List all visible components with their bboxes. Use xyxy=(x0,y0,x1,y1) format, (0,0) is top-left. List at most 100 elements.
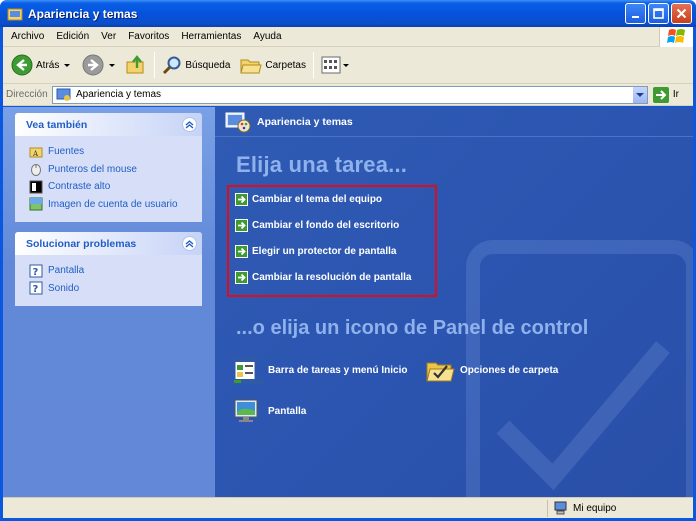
pick-task-heading: Elija una tarea... xyxy=(236,152,408,177)
help-icon: ? xyxy=(29,264,43,278)
see-also-list: A Fuentes Punteros del mouse Contraste a… xyxy=(15,136,202,222)
toolbar: Atrás Búsqueda Carpetas xyxy=(3,47,693,84)
green-arrow-icon xyxy=(235,193,248,206)
category-header: Apariencia y temas xyxy=(215,107,693,137)
folders-button[interactable]: Carpetas xyxy=(237,50,309,80)
sidebar-item-mouse-pointers[interactable]: Punteros del mouse xyxy=(29,161,191,179)
forward-dropdown-icon[interactable] xyxy=(109,63,116,67)
mouse-icon xyxy=(31,164,41,177)
toolbar-separator xyxy=(312,52,314,78)
chevron-down-icon xyxy=(635,92,644,97)
cp-label: Barra de tareas y menú Inicio xyxy=(268,364,408,376)
status-location: Mi equipo xyxy=(548,501,693,515)
task-change-background[interactable]: Cambiar el fondo del escritorio xyxy=(235,219,399,232)
title-bar[interactable]: Apariencia y temas xyxy=(0,0,696,27)
sidebar-item-fonts[interactable]: A Fuentes xyxy=(29,143,191,161)
menu-archivo[interactable]: Archivo xyxy=(5,31,50,42)
svg-text:A: A xyxy=(32,150,39,158)
cp-label: Opciones de carpeta xyxy=(460,364,559,376)
task-pane: Vea también A Fuentes Punteros del mouse… xyxy=(3,107,215,497)
sidebar-item-label: Fuentes xyxy=(48,146,85,158)
folder-options-icon xyxy=(426,362,455,382)
search-button[interactable]: Búsqueda xyxy=(159,50,233,80)
control-panel-icon xyxy=(56,88,71,101)
menu-ver[interactable]: Ver xyxy=(95,31,122,42)
my-computer-icon xyxy=(554,501,567,515)
close-button[interactable] xyxy=(671,3,692,24)
folders-label: Carpetas xyxy=(265,59,306,71)
menu-herramientas[interactable]: Herramientas xyxy=(175,31,247,42)
taskbar-start-menu-icon xyxy=(233,356,263,384)
cp-folder-options[interactable]: Opciones de carpeta xyxy=(425,355,558,385)
help-icon: ? xyxy=(29,281,43,295)
views-dropdown-icon[interactable] xyxy=(342,63,349,67)
sidebar-item-user-picture[interactable]: Imagen de cuenta de usuario xyxy=(29,196,191,214)
sidebar-item-display[interactable]: ? Pantalla xyxy=(29,262,191,280)
menu-ayuda[interactable]: Ayuda xyxy=(247,31,287,42)
maximize-icon xyxy=(653,8,664,19)
cp-taskbar-start-menu[interactable]: Barra de tareas y menú Inicio xyxy=(233,355,408,385)
forward-button[interactable] xyxy=(79,50,118,80)
main-panel: Apariencia y temas Elija una tarea... Ca… xyxy=(215,107,693,497)
task-change-theme[interactable]: Cambiar el tema del equipo xyxy=(235,193,382,206)
task-change-resolution[interactable]: Cambiar la resolución de pantalla xyxy=(235,271,412,284)
troubleshoot-title: Solucionar problemas xyxy=(26,237,137,250)
menu-edicion[interactable]: Edición xyxy=(50,31,95,42)
appearance-themes-icon xyxy=(225,112,251,132)
display-icon xyxy=(234,399,258,422)
content-area: Vea también A Fuentes Punteros del mouse… xyxy=(3,107,693,497)
fonts-folder-icon: A xyxy=(29,147,43,158)
task-choose-screensaver[interactable]: Elegir un protector de pantalla xyxy=(235,245,396,258)
back-dropdown-icon[interactable] xyxy=(64,63,71,67)
troubleshoot-header[interactable]: Solucionar problemas xyxy=(15,232,202,255)
search-icon xyxy=(163,56,181,75)
sidebar-item-label: Imagen de cuenta de usuario xyxy=(48,198,178,210)
task-label: Cambiar el tema del equipo xyxy=(252,194,383,205)
address-field[interactable]: Apariencia y temas xyxy=(52,85,648,104)
back-arrow-icon xyxy=(11,54,33,76)
views-button[interactable] xyxy=(318,50,352,80)
status-left-pane xyxy=(3,499,548,517)
troubleshoot-list: ? Pantalla ? Sonido xyxy=(15,255,202,306)
collapse-chevron-icon[interactable] xyxy=(182,117,197,132)
green-arrow-icon xyxy=(235,219,248,232)
cp-display[interactable]: Pantalla xyxy=(233,396,306,426)
folders-icon xyxy=(240,59,263,74)
pick-icon-heading: ...o elija un icono de Panel de control xyxy=(236,317,589,339)
menu-favoritos[interactable]: Favoritos xyxy=(122,31,175,42)
close-icon xyxy=(676,8,687,19)
green-arrow-icon xyxy=(235,271,248,284)
address-label: Dirección xyxy=(6,89,48,100)
sidebar-item-high-contrast[interactable]: Contraste alto xyxy=(29,178,191,196)
task-label: Cambiar la resolución de pantalla xyxy=(252,272,412,283)
svg-text:?: ? xyxy=(33,267,39,278)
toolbar-separator xyxy=(154,52,156,78)
sidebar-item-label: Sonido xyxy=(48,282,80,294)
cp-label: Pantalla xyxy=(268,405,307,417)
sidebar-item-sound[interactable]: ? Sonido xyxy=(29,280,191,298)
forward-arrow-icon xyxy=(82,54,104,76)
minimize-button[interactable] xyxy=(625,3,646,24)
svg-text:?: ? xyxy=(33,284,39,295)
task-label: Elegir un protector de pantalla xyxy=(252,246,397,257)
maximize-button[interactable] xyxy=(648,3,669,24)
status-bar: Mi equipo xyxy=(3,497,693,518)
address-value: Apariencia y temas xyxy=(76,89,162,100)
windows-logo-icon xyxy=(659,27,693,47)
status-location-label: Mi equipo xyxy=(573,502,617,514)
go-button[interactable]: Ir xyxy=(652,86,679,103)
up-folder-icon xyxy=(126,55,144,74)
window-title: Apariencia y temas xyxy=(28,6,138,21)
see-also-box: Vea también A Fuentes Punteros del mouse… xyxy=(15,113,202,222)
up-folder-button[interactable] xyxy=(122,50,150,80)
menu-bar: Archivo Edición Ver Favoritos Herramient… xyxy=(3,27,693,47)
address-dropdown-button[interactable] xyxy=(631,86,647,103)
back-button[interactable]: Atrás xyxy=(8,50,73,80)
sidebar-item-label: Pantalla xyxy=(48,265,85,277)
folder-window-icon xyxy=(7,8,23,20)
collapse-chevron-icon[interactable] xyxy=(182,236,197,251)
sidebar-item-label: Punteros del mouse xyxy=(48,163,137,175)
see-also-header[interactable]: Vea también xyxy=(15,113,202,136)
troubleshoot-box: Solucionar problemas ? Pantalla ? Sonido xyxy=(15,232,202,306)
user-picture-icon xyxy=(29,197,43,211)
